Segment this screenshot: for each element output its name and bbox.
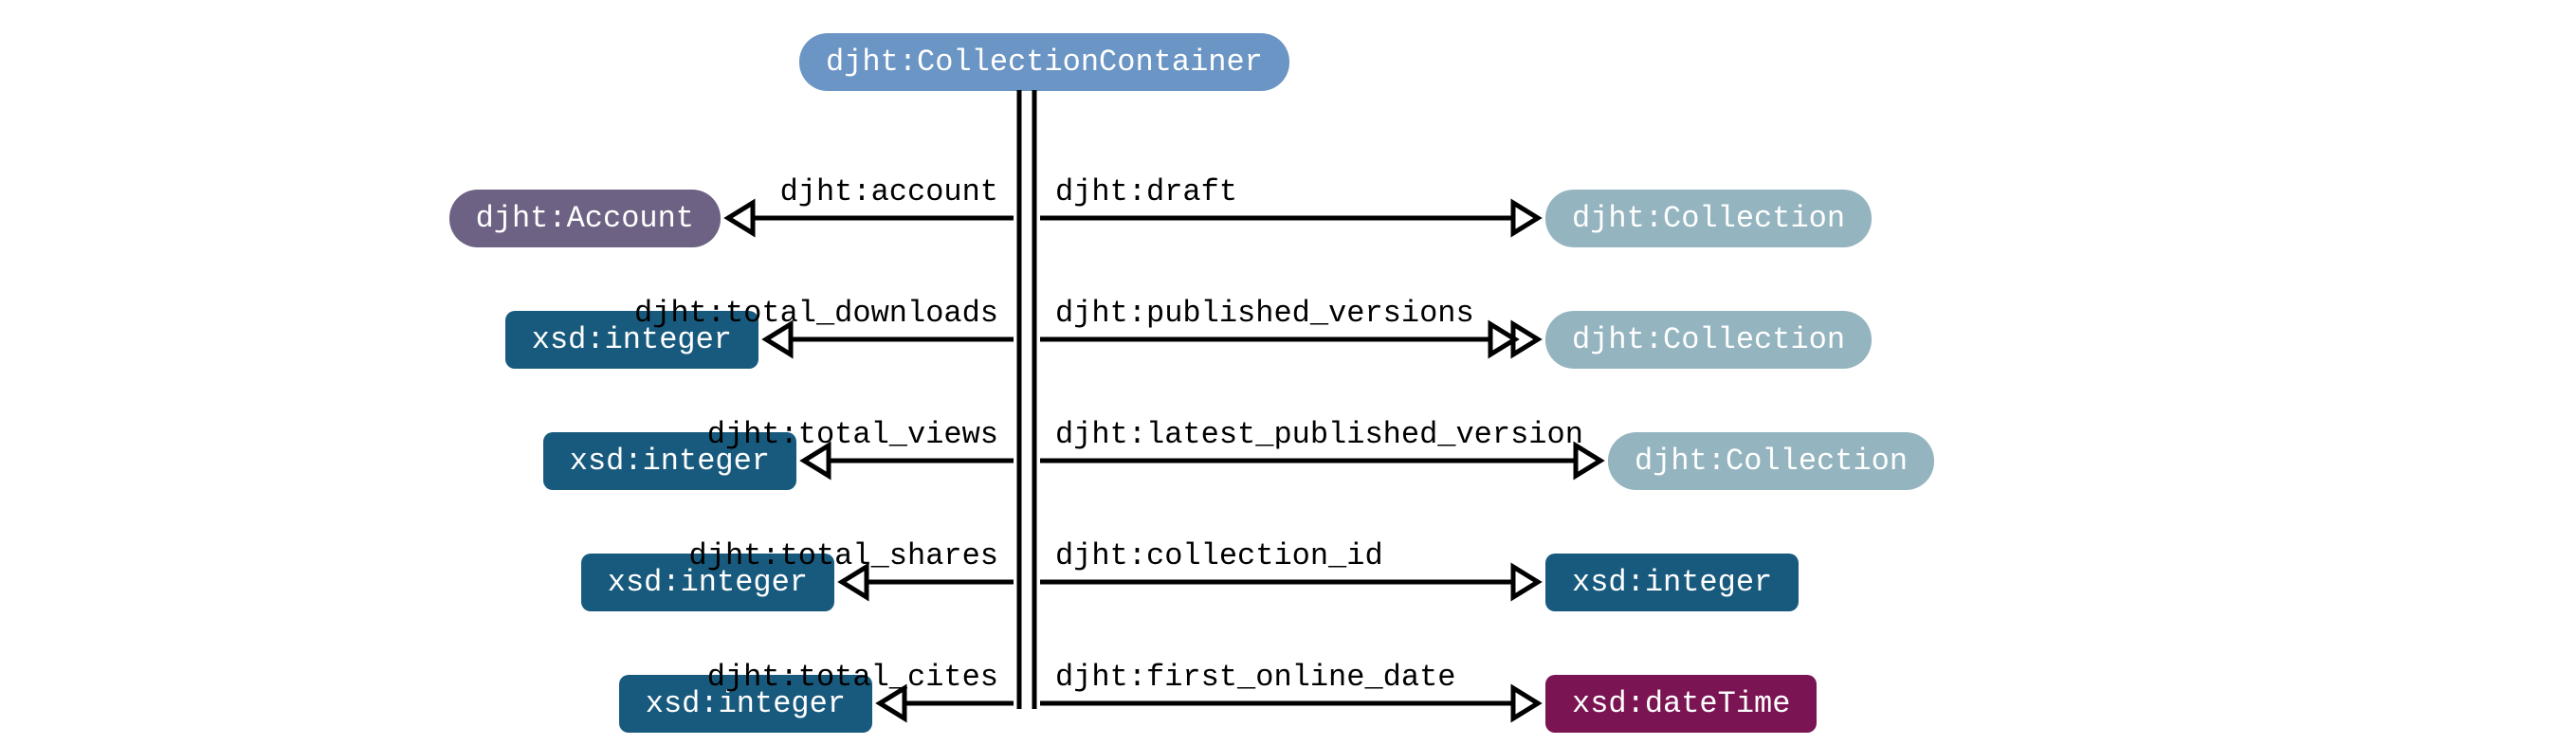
rdf-schema-diagram: djht:CollectionContainer djht:Account djh… (0, 0, 2576, 745)
right-edge-label-3: djht:collection_id (1055, 538, 1383, 573)
left-edge-label-0: djht:account (780, 174, 998, 209)
right-node-4: xsd:dateTime (1545, 675, 1817, 733)
left-edge-label-2: djht:total_views (707, 417, 998, 452)
left-edge-label-4: djht:total_cites (707, 660, 998, 695)
left-edge-label-1: djht:total_downloads (634, 296, 998, 331)
right-node-1: djht:Collection (1545, 311, 1872, 369)
left-edge-label-3: djht:total_shares (689, 538, 998, 573)
left-node-0: djht:Account (449, 190, 721, 247)
right-edge-label-4: djht:first_online_date (1055, 660, 1455, 695)
right-node-3: xsd:integer (1545, 554, 1799, 611)
root-class-node: djht:CollectionContainer (799, 33, 1289, 91)
right-edge-label-2: djht:latest_published_version (1055, 417, 1583, 452)
arrows-layer (0, 0, 2576, 745)
right-node-2: djht:Collection (1608, 432, 1934, 490)
right-edge-label-0: djht:draft (1055, 174, 1237, 209)
right-edge-label-1: djht:published_versions (1055, 296, 1474, 331)
right-node-0: djht:Collection (1545, 190, 1872, 247)
